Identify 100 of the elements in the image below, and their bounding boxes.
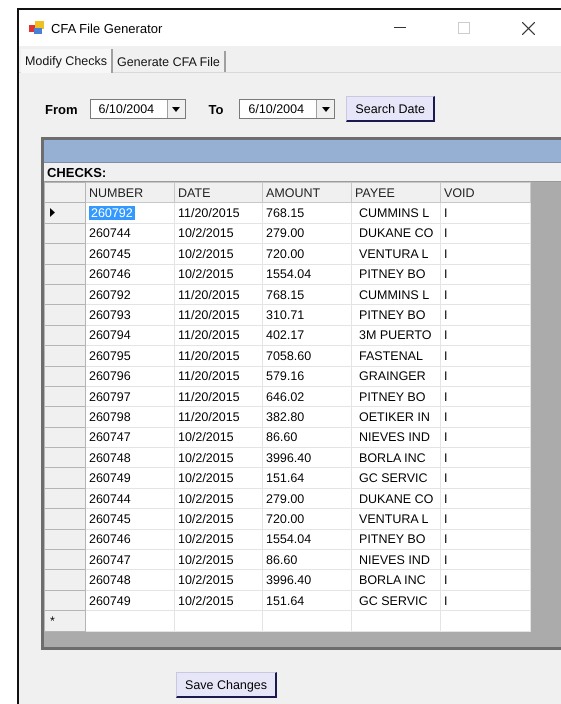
table-cell: 260748	[86, 448, 174, 468]
table-cell: PITNEY BO	[352, 264, 440, 284]
table-cell: I	[440, 488, 530, 509]
table-cell: I	[440, 468, 530, 488]
table-cell: 260746	[86, 529, 174, 550]
table-cell: 10/2/2015	[174, 508, 262, 530]
table-cell: 260744	[86, 488, 174, 509]
table-cell: 260797	[86, 386, 174, 407]
tab[interactable]: Modify Checks	[21, 49, 113, 73]
table-cell: 10/2/2015	[174, 590, 262, 611]
table-cell: DUKANE CO	[352, 488, 440, 509]
minimize-icon[interactable]	[394, 27, 406, 29]
table-cell: 11/20/2015	[174, 284, 262, 305]
table-cell: 310.71	[262, 304, 352, 326]
column-header[interactable]: VOID	[440, 182, 530, 203]
table-cell: 7058.60	[262, 346, 352, 366]
table-cell: 260747	[86, 550, 174, 570]
table-cell: 382.80	[262, 406, 352, 428]
table-cell: 10/2/2015	[174, 468, 262, 488]
save-changes-button[interactable]: Save Changes	[176, 672, 278, 698]
close-icon[interactable]	[522, 22, 535, 34]
table-cell: I	[440, 325, 530, 346]
table-cell: 260747	[86, 427, 174, 448]
table-cell: PITNEY BO	[352, 529, 440, 550]
table-cell: 768.15	[262, 284, 352, 305]
new-row-marker: *	[50, 614, 55, 628]
table-cell: 260792	[86, 284, 174, 305]
table-cell: 579.16	[262, 366, 352, 386]
app-icon	[29, 21, 45, 35]
search-date-button[interactable]: Search Date	[346, 96, 435, 122]
table-cell: VENTURA L	[352, 508, 440, 530]
table-cell: 720.00	[262, 508, 352, 530]
table-cell: 11/20/2015	[174, 406, 262, 428]
column-header[interactable]: AMOUNT	[262, 182, 352, 203]
table-cell: 3996.40	[262, 570, 352, 590]
dropdown-arrow-icon	[322, 106, 330, 112]
table-cell: GRAINGER	[352, 366, 440, 386]
column-header[interactable]: NUMBER	[86, 182, 174, 203]
table-cell: NIEVES IND	[352, 550, 440, 570]
table-cell: 260745	[86, 508, 174, 530]
table-cell: I	[440, 570, 530, 590]
table-cell: I	[440, 284, 530, 305]
table-cell: 11/20/2015	[174, 386, 262, 407]
table-cell: 11/20/2015	[174, 366, 262, 386]
to-label: To	[208, 102, 224, 116]
table-cell: 646.02	[262, 386, 352, 407]
table-cell: 260746	[86, 264, 174, 284]
table-cell: 260798	[86, 406, 174, 428]
table-cell: 10/2/2015	[174, 264, 262, 284]
table-cell: 11/20/2015	[174, 304, 262, 326]
table-cell: I	[440, 590, 530, 611]
table-cell: CUMMINS L	[352, 284, 440, 305]
table-cell: 10/2/2015	[174, 427, 262, 448]
table-cell: PITNEY BO	[352, 386, 440, 407]
table-cell: 720.00	[262, 244, 352, 264]
table-cell: I	[440, 304, 530, 326]
table-cell: I	[440, 508, 530, 530]
column-header[interactable]: PAYEE	[352, 182, 440, 203]
table-cell: 10/2/2015	[174, 488, 262, 509]
table-cell: 11/20/2015	[174, 325, 262, 346]
table-cell: 11/20/2015	[174, 346, 262, 366]
from-label: From	[45, 102, 78, 116]
table-cell: FASTENAL	[352, 346, 440, 366]
table-cell: I	[440, 202, 530, 224]
dropdown-arrow-icon	[172, 106, 180, 112]
table-cell: PITNEY BO	[352, 304, 440, 326]
table-cell: 10/2/2015	[174, 244, 262, 264]
table-cell: I	[440, 244, 530, 264]
date-picker[interactable]: 6/10/2004	[239, 99, 336, 119]
table-cell: 768.15	[262, 202, 352, 224]
table-cell: 279.00	[262, 488, 352, 509]
date-picker[interactable]: 6/10/2004	[90, 99, 186, 119]
table-cell: 402.17	[262, 325, 352, 346]
table-cell: I	[440, 264, 530, 284]
table-cell: 260794	[86, 325, 174, 346]
table-cell: I	[440, 406, 530, 428]
table-cell: 260796	[86, 366, 174, 386]
table-cell: 3M PUERTO	[352, 325, 440, 346]
table-cell: I	[440, 223, 530, 244]
table-cell: 260795	[86, 346, 174, 366]
table-cell: 260744	[86, 223, 174, 244]
table-cell: BORLA INC	[352, 448, 440, 468]
table-cell: 260793	[86, 304, 174, 326]
table-cell: 260749	[86, 590, 174, 611]
table-cell: 260749	[86, 468, 174, 488]
table-cell: GC SERVIC	[352, 468, 440, 488]
table-cell: I	[440, 550, 530, 570]
table-cell: 260745	[86, 244, 174, 264]
table-cell: 260748	[86, 570, 174, 590]
table-cell: CUMMINS L	[352, 202, 440, 224]
table-cell: 10/2/2015	[174, 448, 262, 468]
table-cell: NIEVES IND	[352, 427, 440, 448]
table-cell: GC SERVIC	[352, 590, 440, 611]
column-header[interactable]: DATE	[174, 182, 262, 203]
table-cell: 10/2/2015	[174, 570, 262, 590]
table-cell: I	[440, 386, 530, 407]
table-cell: 1554.04	[262, 529, 352, 550]
table-cell: I	[440, 529, 530, 550]
table-cell: DUKANE CO	[352, 223, 440, 244]
table-cell: I	[440, 346, 530, 366]
